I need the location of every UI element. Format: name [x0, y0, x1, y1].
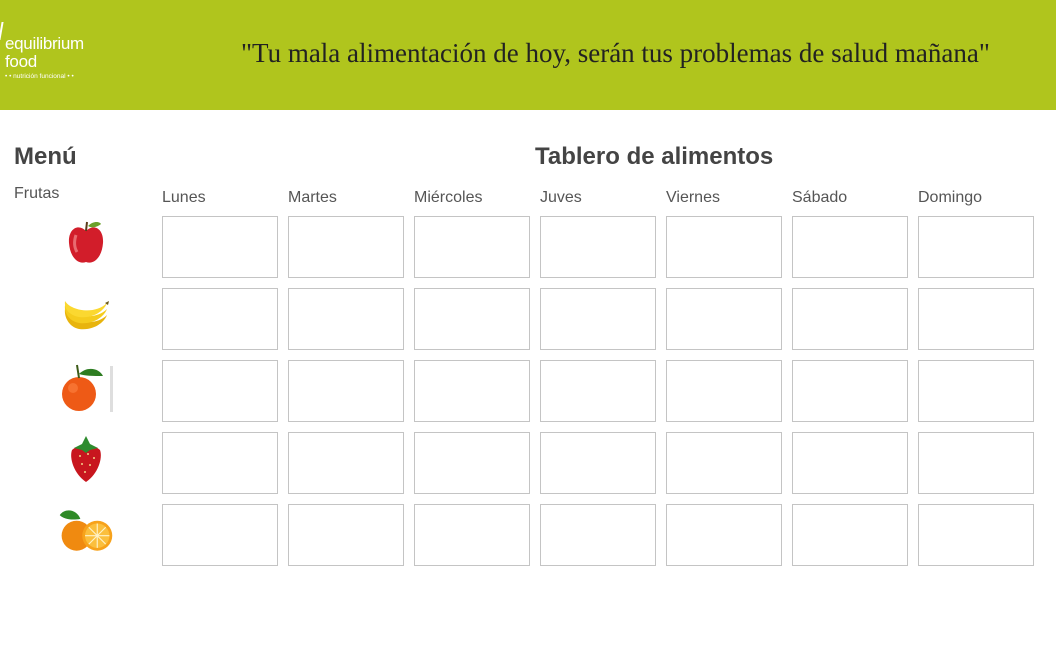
drop-cell-lunes-row3[interactable] — [162, 360, 278, 422]
drop-cell-martes-row3[interactable] — [288, 360, 404, 422]
fruit-item-banana[interactable] — [56, 288, 116, 342]
logo-text-line1: equilibrium — [5, 34, 84, 53]
header-quote: "Tu mala alimentación de hoy, serán tus … — [241, 38, 990, 68]
drop-cell-lunes-row5[interactable] — [162, 504, 278, 566]
drop-cell-sabado-row1[interactable] — [792, 216, 908, 278]
drop-cell-miercoles-row4[interactable] — [414, 432, 530, 494]
drop-cell-jueves-row1[interactable] — [540, 216, 656, 278]
drop-cell-domingo-row4[interactable] — [918, 432, 1034, 494]
menu-title: Menú — [14, 143, 77, 170]
drop-cell-jueves-row3[interactable] — [540, 360, 656, 422]
drop-cell-viernes-row1[interactable] — [666, 216, 782, 278]
drop-cell-sabado-row5[interactable] — [792, 504, 908, 566]
apple-icon — [68, 221, 104, 263]
banana-icon — [64, 301, 109, 330]
drop-cell-jueves-row2[interactable] — [540, 288, 656, 350]
drop-cell-domingo-row3[interactable] — [918, 360, 1034, 422]
day-label-lunes: Lunes — [162, 189, 206, 206]
strawberry-icon — [71, 436, 101, 482]
drop-cell-martes-row1[interactable] — [288, 216, 404, 278]
drop-cell-miercoles-row5[interactable] — [414, 504, 530, 566]
drop-cell-viernes-row5[interactable] — [666, 504, 782, 566]
board-title: Tablero de alimentos — [535, 143, 774, 170]
drop-cell-lunes-row2[interactable] — [162, 288, 278, 350]
drop-cell-domingo-row2[interactable] — [918, 288, 1034, 350]
orange-icon — [59, 510, 113, 551]
drop-cell-miercoles-row2[interactable] — [414, 288, 530, 350]
drop-cell-lunes-row4[interactable] — [162, 432, 278, 494]
drop-cell-viernes-row4[interactable] — [666, 432, 782, 494]
tangerine-icon — [62, 364, 113, 412]
header-banner: equilibrium food • • nutrición funcional… — [0, 0, 1056, 110]
menu-category-label: Frutas — [14, 185, 60, 202]
day-label-martes: Martes — [288, 189, 337, 206]
day-label-viernes: Viernes — [666, 189, 720, 206]
drop-cell-jueves-row4[interactable] — [540, 432, 656, 494]
day-label-jueves: Juves — [540, 189, 582, 206]
drop-cell-viernes-row2[interactable] — [666, 288, 782, 350]
drop-cell-miercoles-row3[interactable] — [414, 360, 530, 422]
drop-cell-sabado-row4[interactable] — [792, 432, 908, 494]
fruit-item-apple[interactable] — [56, 216, 116, 270]
drop-cell-domingo-row5[interactable] — [918, 504, 1034, 566]
logo-tagline: • • nutrición funcional • • — [5, 73, 74, 80]
drop-cell-domingo-row1[interactable] — [918, 216, 1034, 278]
fruit-item-strawberry[interactable] — [56, 432, 116, 486]
day-label-sabado: Sábado — [792, 189, 848, 206]
drop-cell-martes-row2[interactable] — [288, 288, 404, 350]
drop-cell-lunes-row1[interactable] — [162, 216, 278, 278]
drop-cell-sabado-row2[interactable] — [792, 288, 908, 350]
equilibrium-food-logo: equilibrium food • • nutrición funcional… — [0, 22, 110, 88]
fruit-item-tangerine[interactable] — [56, 360, 116, 414]
logo-text-line2: food — [5, 52, 37, 71]
drop-cell-viernes-row3[interactable] — [666, 360, 782, 422]
day-label-miercoles: Miércoles — [414, 189, 483, 206]
drop-cell-miercoles-row1[interactable] — [414, 216, 530, 278]
day-label-domingo: Domingo — [918, 189, 983, 206]
fruit-item-orange[interactable] — [56, 504, 116, 558]
drop-cell-martes-row5[interactable] — [288, 504, 404, 566]
drop-cell-martes-row4[interactable] — [288, 432, 404, 494]
drop-cell-sabado-row3[interactable] — [792, 360, 908, 422]
drop-cell-jueves-row5[interactable] — [540, 504, 656, 566]
